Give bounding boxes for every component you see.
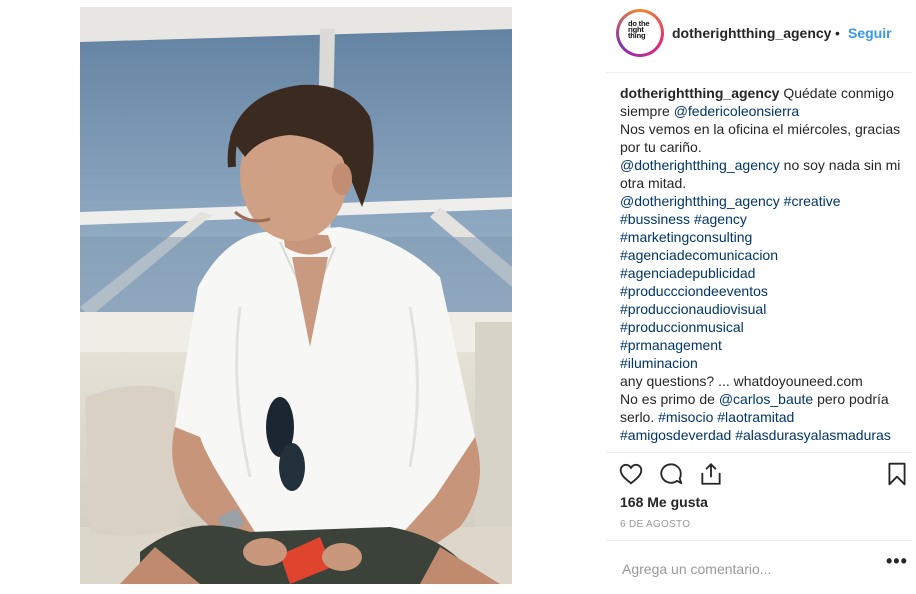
comment-icon[interactable]: [658, 461, 684, 487]
hashtag-link[interactable]: #agenciadecomunicacion: [620, 247, 778, 263]
caption-text: any questions? ... whatdoyouneed.com: [620, 373, 863, 389]
hashtag-link[interactable]: #iluminacion: [620, 355, 698, 371]
avatar-inner: do the right thing: [619, 12, 661, 54]
heart-icon[interactable]: [618, 461, 644, 487]
hashtag-link[interactable]: #prmanagement: [620, 337, 722, 353]
mention-link[interactable]: @federicoleonsierra: [674, 103, 800, 119]
post-date: 6 DE AGOSTO: [620, 519, 691, 530]
caption-text: Nos vemos en la oficina el miércoles, gr…: [620, 121, 901, 155]
hashtag-link[interactable]: #laotramitad: [717, 409, 794, 425]
hashtag-link[interactable]: #misocio: [658, 409, 713, 425]
mention-link[interactable]: @dotherightthing_agency: [620, 193, 780, 209]
likes-count[interactable]: 168 Me gusta: [620, 494, 708, 510]
post-photo-illustration: [80, 7, 512, 584]
hashtag-link[interactable]: #amigosdeverdad: [620, 427, 731, 443]
post-actions: [606, 452, 912, 493]
caption-text: No es primo de: [620, 391, 719, 407]
hashtag-link[interactable]: #produccciondeeventos: [620, 283, 768, 299]
avatar[interactable]: do the right thing: [616, 9, 664, 57]
caption-username[interactable]: dotherightthing_agency: [620, 85, 779, 101]
share-icon[interactable]: [698, 461, 724, 487]
mention-link[interactable]: @dotherightthing_agency: [620, 157, 780, 173]
more-options-button[interactable]: •••: [886, 551, 908, 572]
bookmark-icon[interactable]: [884, 461, 910, 487]
post-side-panel: do the right thing dotherightthing_agenc…: [606, 0, 912, 593]
mention-link[interactable]: @carlos_baute: [719, 391, 813, 407]
separator-dot: •: [835, 25, 840, 41]
hashtag-link[interactable]: #agenciadepublicidad: [620, 265, 755, 281]
hashtag-link[interactable]: #alasdurasyalasmaduras: [735, 427, 891, 443]
post-photo[interactable]: [80, 7, 512, 584]
hashtag-link[interactable]: #produccionmusical: [620, 319, 744, 335]
post-username[interactable]: dotherightthing_agency: [672, 25, 831, 41]
follow-button[interactable]: Seguir: [848, 25, 892, 41]
comment-input[interactable]: [620, 555, 864, 583]
comment-bar: •••: [606, 540, 912, 594]
hashtag-link[interactable]: #marketingconsulting: [620, 229, 752, 245]
hashtag-link[interactable]: #creative: [784, 193, 841, 209]
post-caption: dotherightthing_agency Quédate conmigo s…: [620, 84, 910, 446]
hashtag-link[interactable]: #bussiness: [620, 211, 690, 227]
avatar-logo: do the right thing: [628, 19, 650, 40]
post-header: do the right thing dotherightthing_agenc…: [606, 0, 912, 73]
hashtag-link[interactable]: #produccionaudiovisual: [620, 301, 766, 317]
hashtag-link[interactable]: #agency: [694, 211, 747, 227]
